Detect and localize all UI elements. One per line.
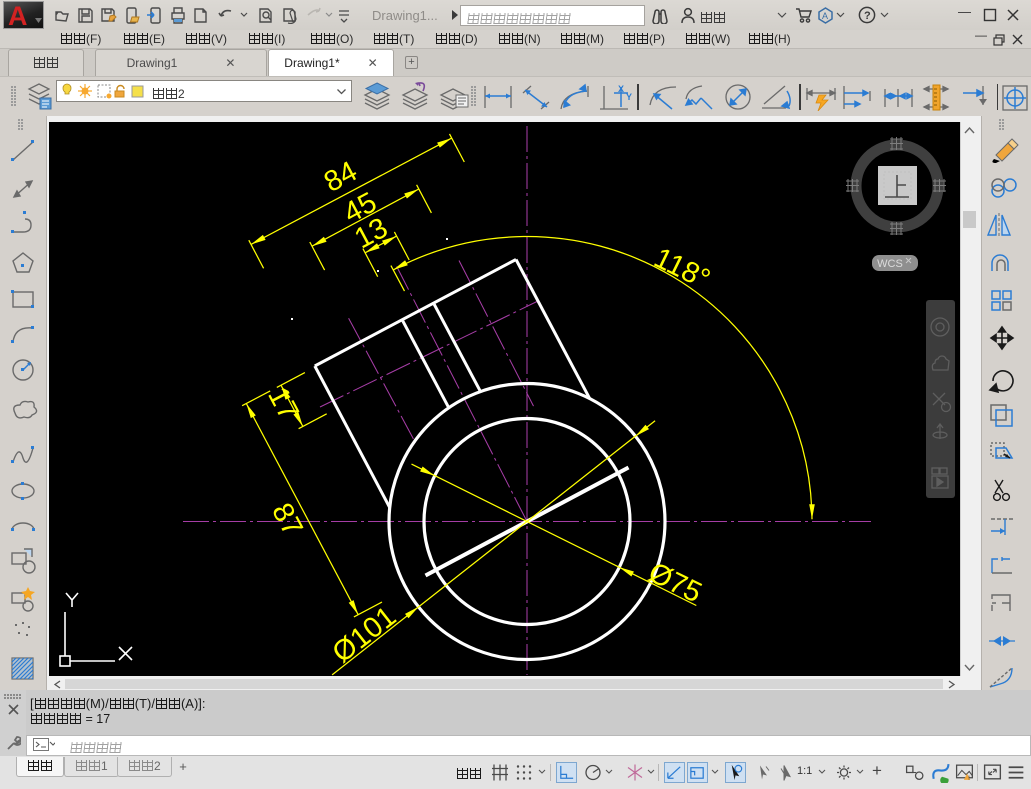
svg-text:?: ? [864, 10, 871, 22]
svg-text:WCS: WCS [877, 258, 903, 270]
svg-text:X: X [618, 84, 624, 94]
svg-text:Y: Y [626, 92, 632, 102]
svg-text:!: ! [968, 775, 970, 782]
svg-text:A: A [822, 11, 828, 21]
svg-text:A: A [8, 2, 28, 29]
